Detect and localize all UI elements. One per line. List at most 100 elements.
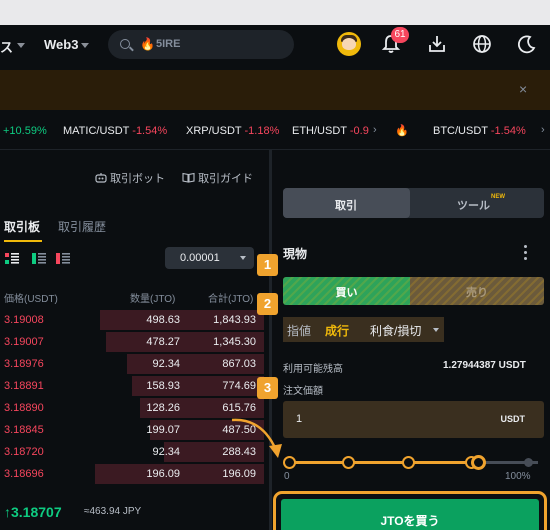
row-price: 3.18891: [4, 380, 44, 392]
row-total: 487.50: [222, 424, 256, 436]
col-header-total: 合計(JTO): [208, 294, 254, 305]
ticker-item[interactable]: MATIC/USDT -1.54%: [63, 125, 167, 137]
trading-guide-label: 取引ガイド: [198, 173, 254, 185]
table-row[interactable]: 3.18891 158.93 774.69: [0, 375, 264, 397]
layout-asks-icon[interactable]: [56, 253, 70, 264]
row-price: 3.19007: [4, 336, 44, 348]
order-amount-input[interactable]: 1 USDT: [283, 401, 544, 438]
search-icon: [120, 39, 130, 49]
download-icon[interactable]: [426, 33, 448, 55]
tab-order-book[interactable]: 取引板: [4, 218, 40, 235]
row-qty: 199.07: [146, 424, 180, 436]
row-total: 615.76: [222, 402, 256, 414]
available-balance-value: 1.27944387 USDT: [443, 360, 526, 371]
ticker-item[interactable]: ETH/USDT -0.9: [292, 125, 369, 137]
more-options-icon[interactable]: [524, 245, 528, 261]
search-input[interactable]: 🔥 5IRE: [108, 30, 294, 59]
row-price: 3.18720: [4, 446, 44, 458]
buy-tab[interactable]: 買い: [283, 277, 410, 305]
ticker-item[interactable]: BTC/USDT -1.54%: [433, 125, 526, 137]
avatar[interactable]: [337, 32, 361, 56]
precision-select[interactable]: 0.00001: [165, 247, 254, 269]
slider-mark-0[interactable]: [283, 456, 296, 469]
slider-mark-25[interactable]: [342, 456, 355, 469]
slider-mark-100[interactable]: [524, 458, 533, 467]
row-total: 288.43: [222, 446, 256, 458]
segment-trade-label: 取引: [335, 200, 357, 212]
avatar-face: [342, 38, 356, 50]
nav-menu-web3[interactable]: Web3: [44, 37, 90, 52]
col-header-qty: 数量(JTO): [130, 294, 176, 305]
table-row[interactable]: 3.19007 478.27 1,345.30: [0, 331, 264, 353]
slider-min-label: 0: [284, 471, 290, 482]
row-total: 774.69: [222, 380, 256, 392]
book-icon: [182, 172, 195, 183]
row-qty: 128.26: [146, 402, 180, 414]
order-type-market[interactable]: 成行: [325, 322, 349, 339]
row-qty: 498.63: [146, 314, 180, 326]
chevron-right-icon[interactable]: ›: [373, 124, 377, 136]
ask-rows: 3.19008 498.63 1,843.93 3.19007 478.27 1,345.…: [0, 309, 264, 489]
new-badge: NEW: [491, 194, 505, 200]
last-price: ↑3.18707: [4, 504, 62, 520]
precision-value: 0.00001: [180, 252, 220, 264]
tab-trade-history[interactable]: 取引履歴: [58, 218, 106, 235]
row-price: 3.18976: [4, 358, 44, 370]
nav-menu-partial-caret[interactable]: [14, 37, 25, 52]
order-type-stop[interactable]: 利食/損切: [370, 322, 421, 339]
slider-max-label: 100%: [505, 471, 531, 482]
buy-jto-button[interactable]: JTOを買う: [281, 499, 539, 530]
sell-tab[interactable]: 売り: [410, 277, 544, 305]
table-row[interactable]: 3.19008 498.63 1,843.93: [0, 309, 264, 331]
segment-tools-label[interactable]: ツール: [457, 197, 490, 213]
slider-mark-50[interactable]: [402, 456, 415, 469]
notification-badge: 61: [391, 27, 409, 43]
row-total: 1,843.93: [213, 314, 256, 326]
table-row[interactable]: 3.18976 92.34 867.03: [0, 353, 264, 375]
row-price: 3.19008: [4, 314, 44, 326]
fire-icon: 🔥: [395, 125, 409, 137]
order-amount-value: 1: [296, 413, 303, 425]
step-badge-1: 1: [257, 254, 278, 276]
row-total: 196.09: [222, 468, 256, 480]
layout-both-icon[interactable]: [5, 253, 19, 264]
row-qty: 196.09: [146, 468, 180, 480]
chevron-right-icon[interactable]: ›: [541, 124, 545, 136]
row-qty: 92.34: [152, 446, 180, 458]
row-price: 3.18696: [4, 468, 44, 480]
close-icon[interactable]: ×: [519, 81, 527, 97]
table-row[interactable]: 3.18696 196.09 196.09: [0, 463, 264, 485]
top-nav: ス Web3 🔥 5IRE 61: [0, 25, 550, 65]
row-qty: 158.93: [146, 380, 180, 392]
fire-icon: 🔥: [140, 37, 155, 51]
ticker-item[interactable]: +10.59%: [3, 125, 47, 137]
order-amount-label: 注文価額: [283, 386, 323, 397]
globe-icon[interactable]: [471, 33, 493, 55]
row-qty: 92.34: [152, 358, 180, 370]
app-window: ス Web3 🔥 5IRE 61 × +10.59% MATIC/USDT -1…: [0, 25, 550, 530]
table-row[interactable]: 3.18720 92.34 288.43: [0, 441, 264, 463]
nav-menu-web3-label: Web3: [44, 37, 79, 52]
order-type-selector: 指値 成行 利食/損切: [283, 317, 444, 342]
trading-bot-link[interactable]: 取引ボット: [95, 170, 165, 186]
moon-icon[interactable]: [515, 33, 537, 55]
order-amount-unit: USDT: [500, 414, 526, 424]
amount-slider[interactable]: 0 100%: [283, 450, 545, 482]
chevron-down-icon: [240, 256, 246, 260]
trading-guide-link[interactable]: 取引ガイド: [182, 170, 253, 186]
chevron-down-icon[interactable]: [433, 328, 439, 332]
table-row[interactable]: 3.18890 128.26 615.76: [0, 397, 264, 419]
tab-underline: [4, 240, 42, 242]
step-badge-3: 3: [257, 377, 278, 399]
layout-bids-icon[interactable]: [32, 253, 46, 264]
ticker-bar: +10.59% MATIC/USDT -1.54% XRP/USDT -1.18…: [0, 120, 550, 144]
trading-bot-label: 取引ボット: [110, 173, 166, 185]
table-row[interactable]: 3.18845 199.07 487.50: [0, 419, 264, 441]
search-trending-text: 5IRE: [156, 38, 181, 50]
row-price: 3.18845: [4, 424, 44, 436]
slider-handle[interactable]: [471, 455, 486, 470]
order-type-limit[interactable]: 指値: [287, 322, 311, 339]
last-price-jpy: ≈463.94 JPY: [84, 506, 142, 517]
ticker-item[interactable]: XRP/USDT -1.18%: [186, 125, 279, 137]
nav-menu-partial[interactable]: ス: [0, 37, 13, 56]
